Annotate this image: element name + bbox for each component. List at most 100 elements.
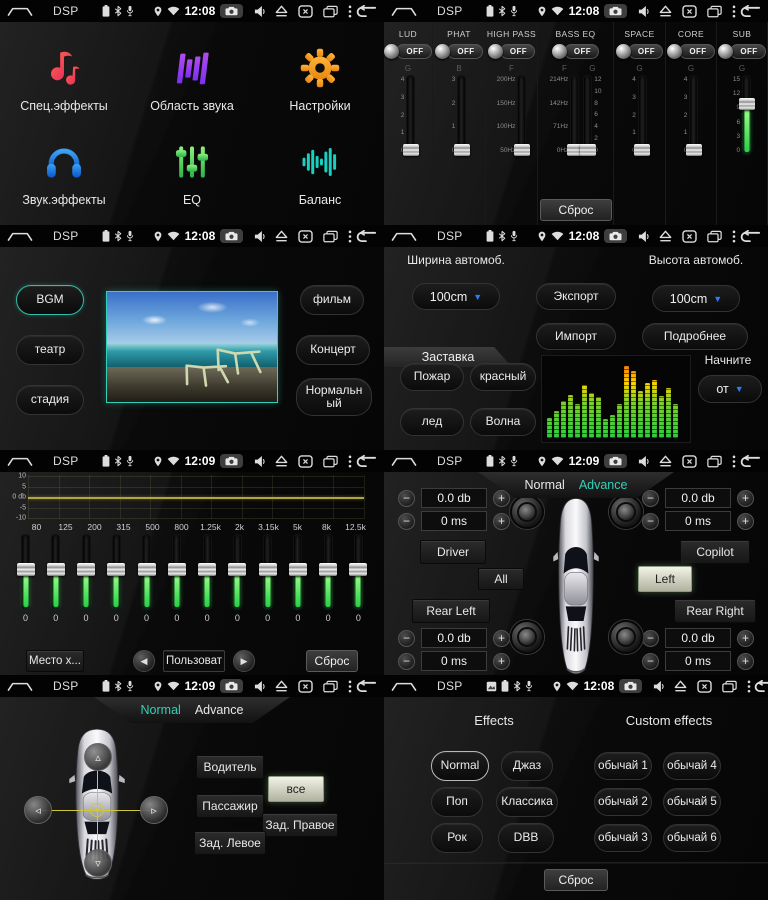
screenshot-icon[interactable] (298, 455, 313, 468)
recents-icon[interactable] (323, 5, 338, 18)
back-icon[interactable] (737, 230, 761, 243)
slider-handle[interactable] (349, 563, 367, 576)
slider-track[interactable] (583, 75, 592, 155)
custom-effect-button[interactable]: обычай 6 (663, 824, 721, 852)
increase-button[interactable]: + (737, 653, 754, 670)
decrease-button[interactable]: − (642, 653, 659, 670)
volume-icon[interactable] (638, 230, 649, 243)
slider-track[interactable] (82, 534, 91, 610)
menu-dots-icon[interactable] (348, 230, 352, 243)
channel-toggle[interactable]: OFF (616, 44, 663, 59)
fader-up-button[interactable]: ▵ (84, 743, 112, 771)
volume-icon[interactable] (638, 455, 649, 468)
screenshot-icon[interactable] (682, 5, 697, 18)
decrease-button[interactable]: − (642, 630, 659, 647)
screenshot-icon[interactable] (682, 230, 697, 243)
decrease-button[interactable]: − (398, 513, 415, 530)
camera-button[interactable] (604, 229, 627, 243)
volume-icon[interactable] (254, 680, 265, 693)
channel-toggle[interactable]: OFF (435, 44, 482, 59)
volume-icon[interactable] (254, 230, 265, 243)
recents-icon[interactable] (722, 680, 737, 693)
menu-dots-icon[interactable] (348, 455, 352, 468)
zone-rear-left-button[interactable]: Rear Left (412, 599, 490, 623)
slider-track[interactable] (406, 75, 415, 155)
back-icon[interactable] (737, 455, 761, 468)
slider-handle[interactable] (454, 144, 470, 156)
volume-icon[interactable] (254, 5, 265, 18)
slider-track[interactable] (51, 534, 60, 610)
home-icon[interactable] (391, 230, 417, 243)
custom-effect-button[interactable]: обычай 1 (594, 752, 652, 780)
increase-button[interactable]: + (493, 653, 510, 670)
slider-handle[interactable] (168, 563, 186, 576)
menu-item-2[interactable]: Область звука (128, 32, 256, 126)
screenshot-icon[interactable] (298, 230, 313, 243)
bgm-preset-button[interactable]: BGM (16, 285, 84, 315)
slider-track[interactable] (112, 534, 121, 610)
channel-toggle[interactable]: OFF (667, 44, 714, 59)
camera-button[interactable] (604, 454, 627, 468)
slider-track[interactable] (233, 534, 242, 610)
screensaver-effect-button[interactable]: красный (470, 363, 536, 391)
eject-icon[interactable] (275, 5, 288, 17)
zone-all-button[interactable]: All (478, 568, 524, 590)
menu-dots-icon[interactable] (732, 5, 736, 18)
screenshot-icon[interactable] (682, 455, 697, 468)
slider-track[interactable] (354, 534, 363, 610)
slider-track[interactable] (172, 534, 181, 610)
zone-rear-right-button[interactable]: Rear Right (674, 599, 756, 623)
increase-button[interactable]: + (737, 490, 754, 507)
next-preset-button[interactable]: ▶ (233, 650, 255, 672)
slider-handle[interactable] (259, 563, 277, 576)
home-icon[interactable] (7, 455, 33, 468)
back-icon[interactable] (353, 230, 377, 243)
balance-position-marker[interactable] (90, 803, 104, 817)
details-button[interactable]: Подробнее (642, 323, 748, 350)
eject-icon[interactable] (674, 680, 687, 692)
eject-icon[interactable] (659, 230, 672, 242)
balance-right-button[interactable]: ▹ (140, 796, 168, 824)
car-width-dropdown[interactable]: 100cm▼ (412, 283, 500, 310)
camera-button[interactable] (604, 4, 627, 18)
effect-preset-button[interactable]: Рок (431, 823, 483, 853)
menu-dots-icon[interactable] (732, 455, 736, 468)
storage-location-button[interactable]: Место х... (26, 650, 84, 672)
slider-track[interactable] (570, 75, 579, 155)
increase-button[interactable]: + (737, 630, 754, 647)
menu-item-6[interactable]: Баланс (256, 126, 384, 220)
back-icon[interactable] (353, 455, 377, 468)
menu-dots-icon[interactable] (348, 680, 352, 693)
home-icon[interactable] (7, 5, 33, 18)
slider-handle[interactable] (634, 144, 650, 156)
slider-handle[interactable] (739, 98, 755, 110)
home-icon[interactable] (7, 230, 33, 243)
back-icon[interactable] (353, 5, 377, 18)
camera-button[interactable] (220, 4, 243, 18)
menu-dots-icon[interactable] (732, 230, 736, 243)
zone-rear-right-button[interactable]: Зад. Правое (262, 813, 338, 837)
slider-handle[interactable] (580, 144, 596, 156)
custom-effect-button[interactable]: обычай 5 (663, 788, 721, 816)
decrease-button[interactable]: − (398, 630, 415, 647)
decrease-button[interactable]: − (398, 490, 415, 507)
slider-track[interactable] (21, 534, 30, 610)
slider-track[interactable] (457, 75, 466, 155)
bgm-preset-button[interactable]: фильм (300, 285, 364, 315)
bgm-preset-button[interactable]: Концерт (296, 335, 370, 365)
home-icon[interactable] (7, 680, 33, 693)
slider-handle[interactable] (289, 563, 307, 576)
volume-icon[interactable] (653, 680, 664, 693)
menu-item-4[interactable]: Звук.эффекты (0, 126, 128, 220)
decrease-button[interactable]: − (642, 513, 659, 530)
prev-preset-button[interactable]: ◀ (133, 650, 155, 672)
channel-toggle[interactable]: OFF (384, 44, 431, 59)
car-height-dropdown[interactable]: 100cm▼ (652, 285, 740, 312)
screensaver-effect-button[interactable]: Волна (470, 408, 536, 436)
screenshot-icon[interactable] (298, 680, 313, 693)
home-icon[interactable] (391, 680, 417, 693)
zone-left-button[interactable]: Left (638, 566, 692, 592)
slider-handle[interactable] (138, 563, 156, 576)
slider-handle[interactable] (228, 563, 246, 576)
recents-icon[interactable] (323, 230, 338, 243)
